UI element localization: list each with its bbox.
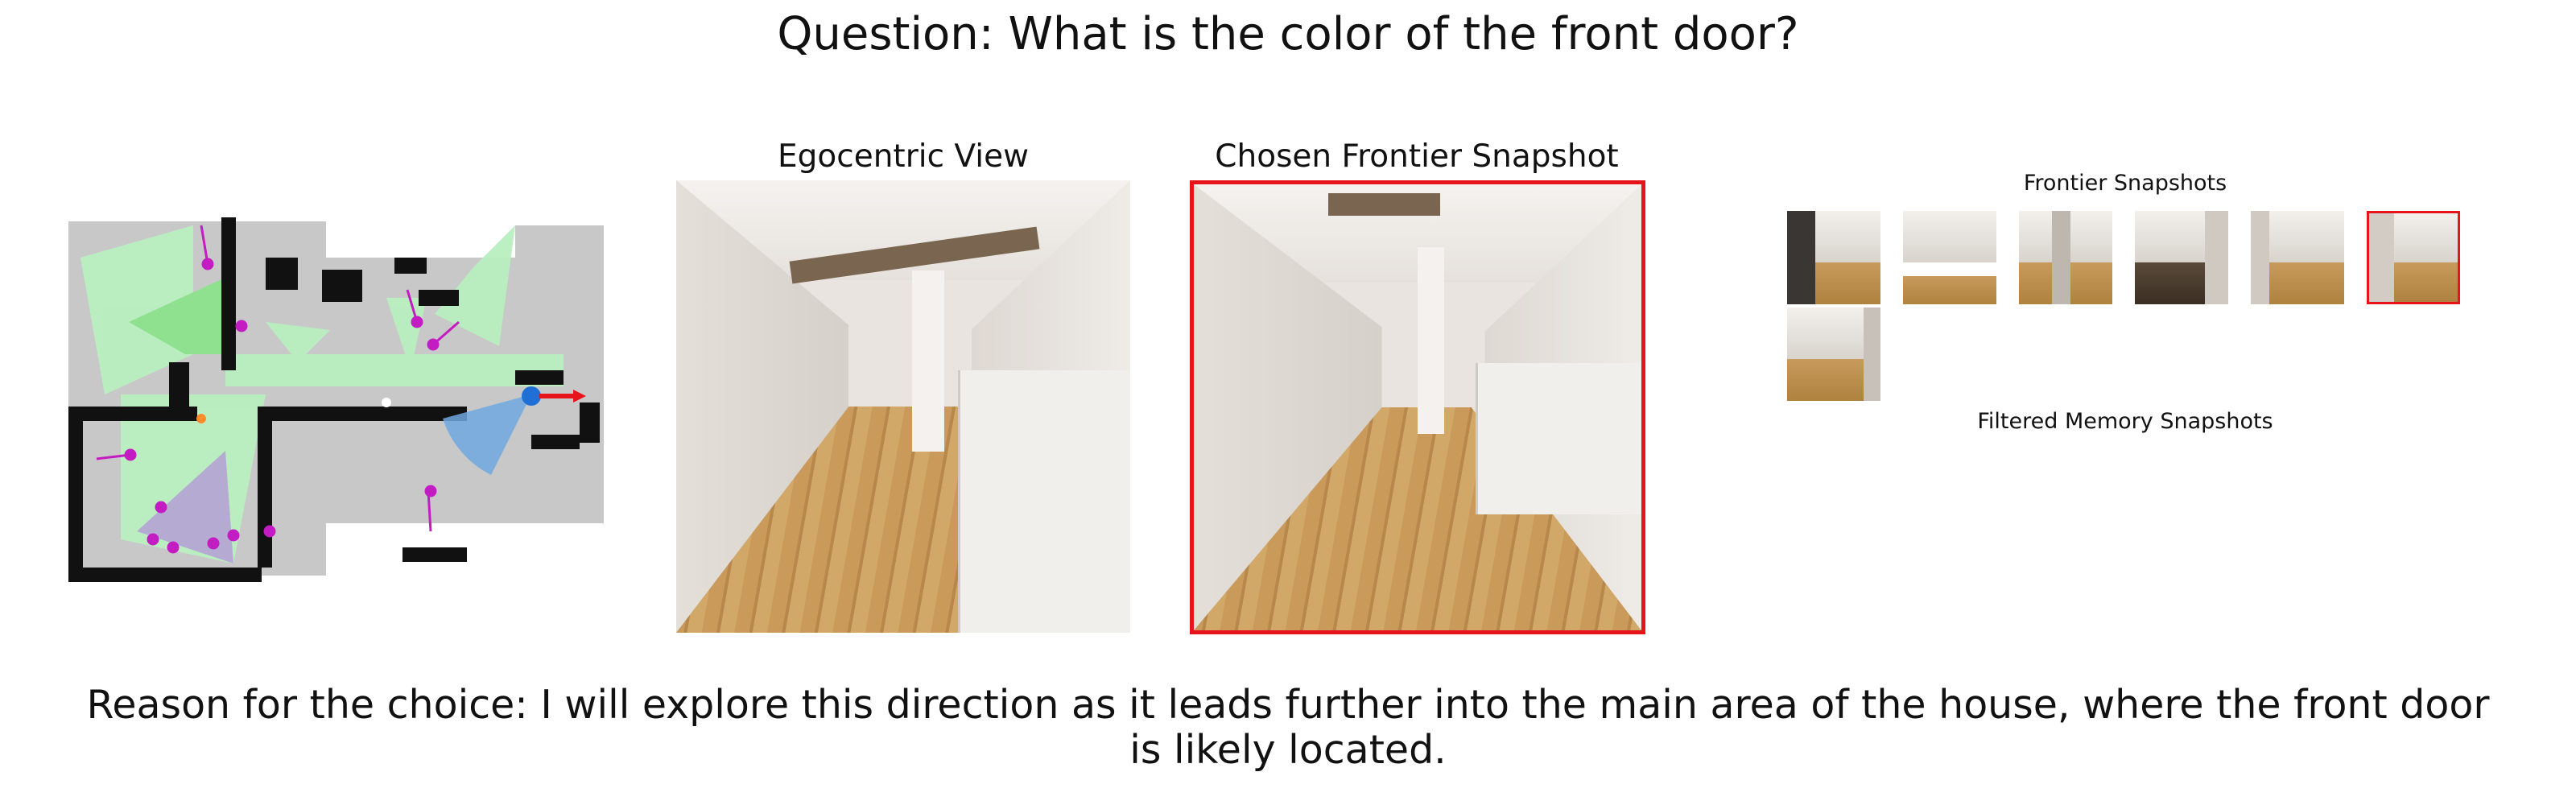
question-text: Question: What is the color of the front… (777, 8, 1799, 60)
frontier-snapshot-3[interactable] (2019, 211, 2112, 304)
frontier-snapshots-title: Frontier Snapshots (2023, 171, 2227, 196)
reason-text: Reason for the choice: I will explore th… (86, 682, 2490, 773)
frontier-snapshot-5[interactable] (2251, 211, 2344, 304)
frontier-snapshot-1[interactable] (1787, 211, 1880, 304)
frontier-snapshot-2[interactable] (1903, 211, 1996, 304)
topdown-map (68, 217, 604, 582)
egocentric-view-image (676, 180, 1130, 633)
frontier-snapshot-7[interactable] (1787, 308, 1880, 401)
memory-snapshots-title: Filtered Memory Snapshots (1977, 409, 2273, 434)
agent-position-icon (522, 386, 541, 406)
chosen-snapshot-image (1190, 180, 1645, 634)
egocentric-view-title: Egocentric View (778, 138, 1029, 175)
frontier-snapshot-6-selected[interactable] (2367, 211, 2460, 304)
frontier-snapshot-4[interactable] (2135, 211, 2228, 304)
chosen-snapshot-title: Chosen Frontier Snapshot (1215, 138, 1619, 175)
